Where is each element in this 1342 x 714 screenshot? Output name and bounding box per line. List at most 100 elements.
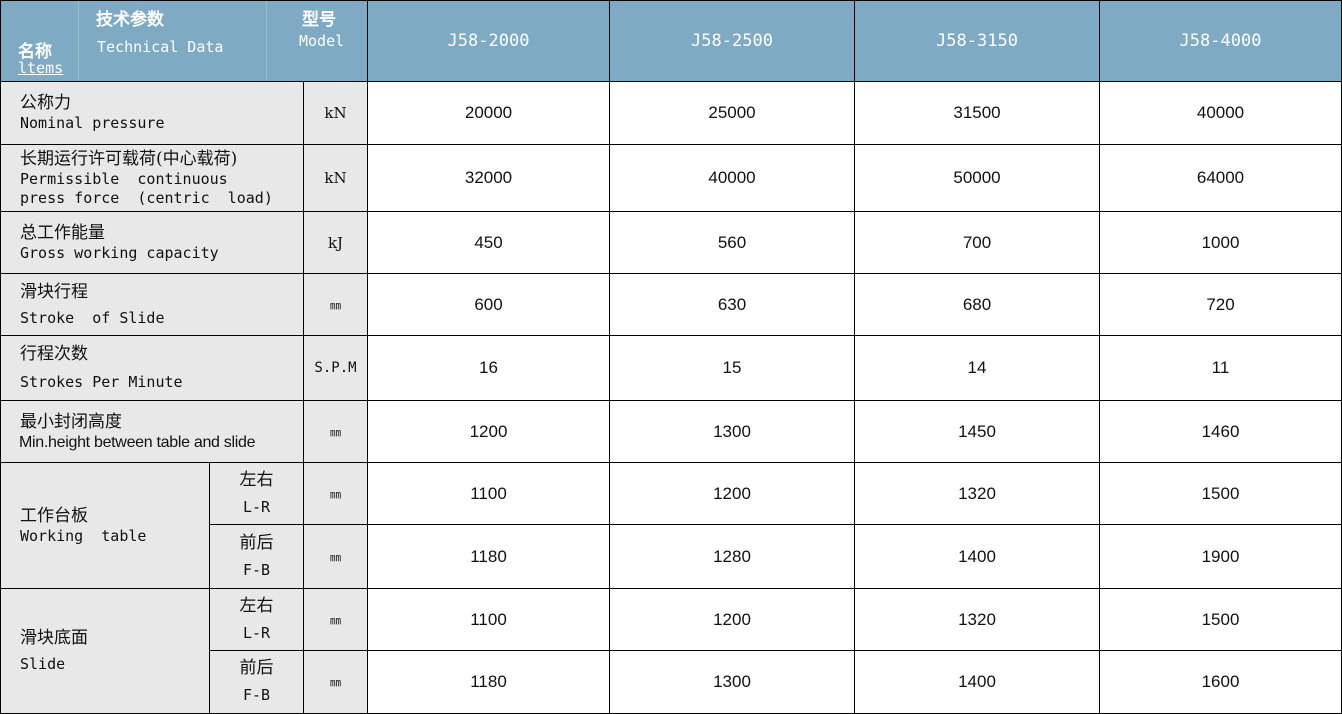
value: 40000 [708, 168, 756, 187]
row-label-en: Strokes Per Minute [20, 373, 183, 391]
value: 15 [722, 358, 742, 377]
unit-cell: S.P.M [304, 336, 368, 401]
value-cell: 1200 [610, 589, 855, 651]
value-cell: 15 [610, 336, 855, 401]
sub-label-zh: 左右 [239, 469, 274, 490]
value: 1180 [470, 672, 507, 691]
value-cell: 1320 [855, 463, 1100, 525]
value-cell: 680 [855, 274, 1100, 336]
sub-label-zh: 左右 [239, 595, 274, 616]
spec-table: 名称 ltems 技术参数 Technical Data 型号 Model J5… [0, 0, 1342, 714]
value-cell: 1900 [1100, 525, 1342, 589]
unit-cell: kJ [304, 212, 368, 274]
value-cell: 450 [368, 212, 610, 274]
value: 680 [962, 294, 992, 314]
row-label: 行程次数 Strokes Per Minute [0, 336, 304, 401]
value: 720 [1206, 294, 1235, 314]
row-label: 最小封闭高度 Min.height between table and slid… [0, 401, 304, 463]
value-cell: 25000 [610, 82, 855, 145]
value-cell: 1320 [855, 589, 1100, 651]
value-cell: 1180 [368, 651, 610, 714]
value-cell: 14 [855, 336, 1100, 401]
unit-label: ㎜ [330, 425, 341, 439]
group-label: 工作台板 Working table [0, 463, 210, 589]
value-cell: 1200 [610, 463, 855, 525]
unit-cell: kN [304, 82, 368, 145]
value-cell: 32000 [368, 145, 610, 212]
model-label: J58-2000 [447, 31, 530, 51]
value: 14 [967, 358, 987, 377]
unit-cell: ㎜ [304, 401, 368, 463]
value-cell: 64000 [1100, 145, 1342, 212]
value-cell: 20000 [368, 82, 610, 145]
value: 50000 [953, 168, 1001, 187]
value-cell: 1180 [368, 525, 610, 589]
unit-label: ㎜ [330, 487, 341, 501]
value: 25000 [708, 103, 756, 122]
model-label: J58-2500 [691, 31, 773, 51]
row-label: 滑块行程 Stroke of Slide [0, 274, 304, 336]
value: 1200 [469, 421, 508, 441]
unit-label: ㎜ [330, 298, 341, 312]
group-label-en: Slide [20, 655, 66, 673]
value-cell: 40000 [1100, 82, 1342, 145]
value-cell: 1400 [855, 525, 1100, 589]
row-label-en: Nominal pressure [20, 114, 165, 132]
sub-label: 前后 F-B [210, 525, 304, 589]
sub-label: 前后 F-B [210, 651, 304, 714]
value-cell: 1100 [368, 463, 610, 525]
value: 1500 [1201, 483, 1240, 503]
row-label: 公称力 Nominal pressure [0, 82, 304, 145]
value-cell: 31500 [855, 82, 1100, 145]
value-cell: 720 [1100, 274, 1342, 336]
unit-cell: ㎜ [304, 651, 368, 714]
value-cell: 40000 [610, 145, 855, 212]
unit-label: S.P.M [314, 360, 357, 376]
value-cell: 1300 [610, 651, 855, 714]
value: 1400 [958, 546, 996, 566]
value-cell: 600 [368, 274, 610, 336]
row-label-en: Permissible continuous [20, 169, 228, 188]
row-label-en: press force (centric load) [20, 188, 273, 207]
sub-label-zh: 前后 [239, 658, 274, 678]
value: 1200 [713, 483, 751, 503]
header-divider-1 [78, 1, 79, 81]
value-cell: 1500 [1100, 589, 1342, 651]
value-cell: 16 [368, 336, 610, 401]
model-label: J58-4000 [1179, 31, 1262, 51]
value-cell: 1280 [610, 525, 855, 589]
unit-label: kN [324, 104, 347, 122]
row-label-zh: 长期运行许可载荷(中心载荷) [20, 148, 238, 169]
unit-cell: ㎜ [304, 525, 368, 589]
value: 1500 [1201, 609, 1240, 629]
row-label: 总工作能量 Gross working capacity [0, 212, 304, 274]
value: 600 [474, 294, 503, 314]
value: 1460 [1201, 421, 1240, 441]
header-model-zh: 型号 [302, 10, 336, 30]
value: 1300 [713, 421, 751, 441]
header-items-cell: 名称 ltems 技术参数 Technical Data 型号 Model [0, 0, 368, 82]
value: 1200 [713, 609, 751, 629]
header-divider-2 [266, 1, 267, 81]
value: 1320 [958, 609, 996, 629]
group-label-en: Working table [20, 526, 147, 545]
value-cell: 1400 [855, 651, 1100, 714]
unit-label: ㎜ [330, 676, 341, 689]
unit-cell: ㎜ [304, 463, 368, 525]
value-cell: 11 [1100, 336, 1342, 401]
row-label-zh: 公称力 [20, 93, 71, 113]
value: 32000 [464, 168, 513, 187]
value-cell: 1450 [855, 401, 1100, 463]
value: 1180 [470, 546, 507, 566]
group-label-zh: 滑块底面 [20, 628, 88, 648]
unit-cell: ㎜ [304, 589, 368, 651]
row-label-en: Stroke of Slide [20, 308, 165, 327]
value-cell: 50000 [855, 145, 1100, 212]
value-cell: 560 [610, 212, 855, 274]
value: 1100 [470, 609, 507, 629]
value-cell: 1500 [1100, 463, 1342, 525]
sub-label: 左右 L-R [210, 589, 304, 651]
row-label-zh: 总工作能量 [20, 222, 105, 243]
header-tech-zh: 技术参数 [96, 10, 164, 30]
value: 20000 [464, 103, 513, 122]
